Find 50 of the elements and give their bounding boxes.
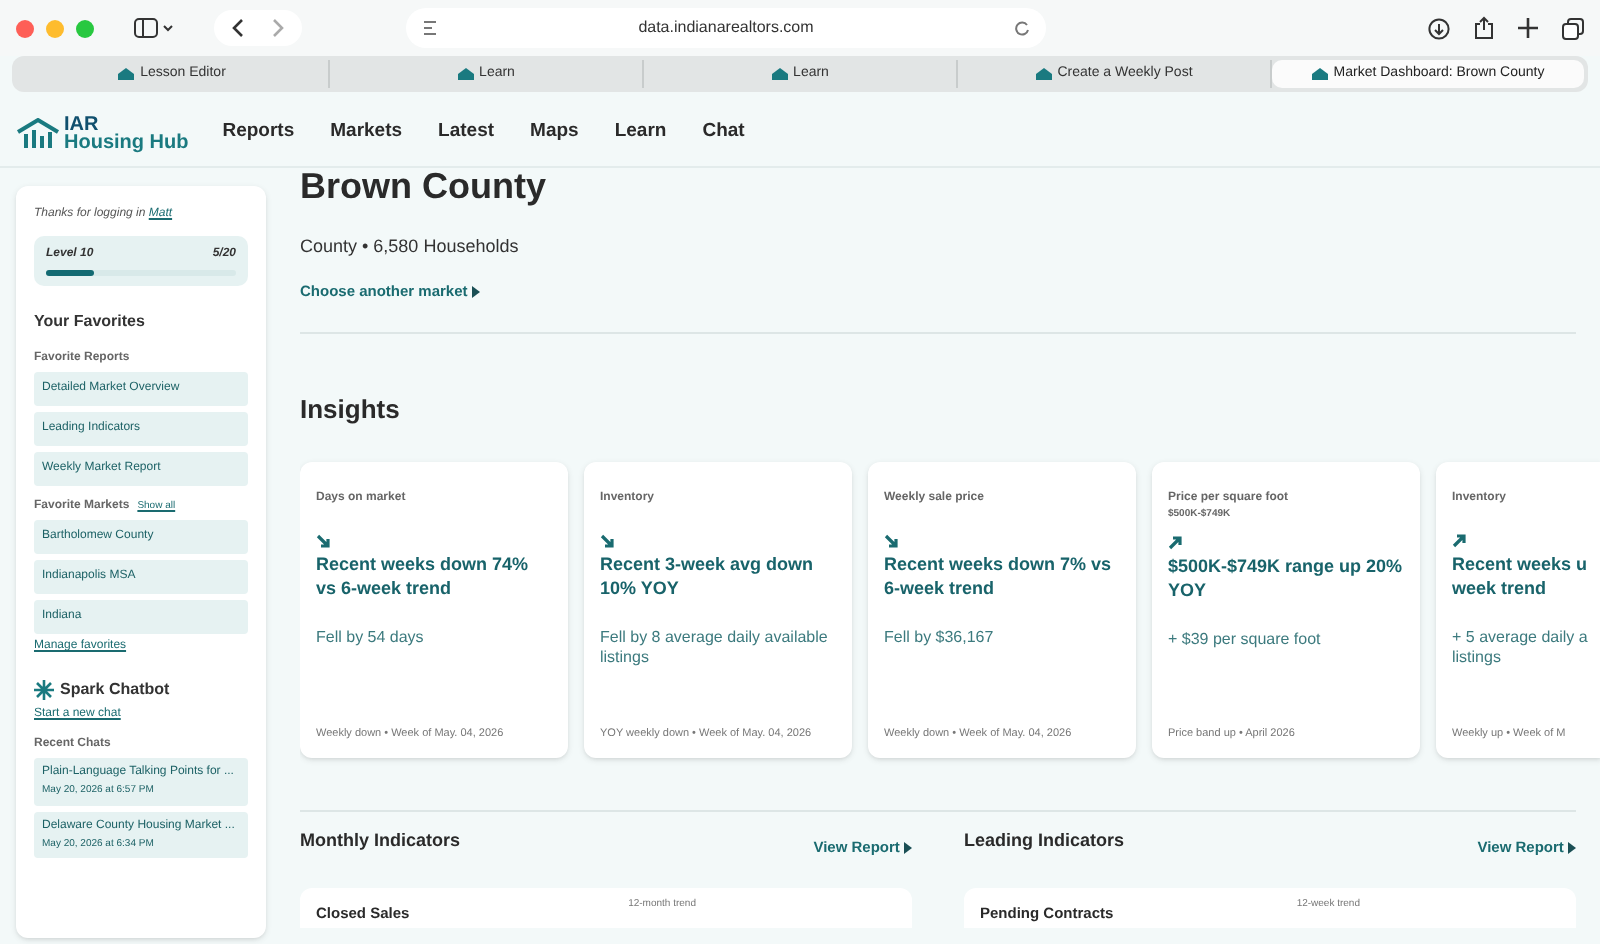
url-text: data.indianarealtors.com: [638, 16, 814, 40]
sidebar-icon[interactable]: [134, 18, 174, 38]
address-bar[interactable]: data.indianarealtors.com: [406, 8, 1046, 48]
market-subtitle: County • 6,580 Households: [300, 234, 521, 260]
card-headline: Recent 3-week avg down 10% YOY: [600, 552, 816, 601]
card-detail: Fell by $36,167: [884, 628, 996, 649]
trend-down-icon: [600, 534, 614, 549]
nav-link[interactable]: Latest: [438, 118, 495, 148]
nav-link[interactable]: Learn: [614, 118, 667, 148]
site-favicon-icon: [118, 68, 135, 80]
trend-down-icon: [316, 534, 330, 549]
house-chart-logo-icon[interactable]: [16, 117, 60, 149]
trend-up-icon: [1452, 534, 1466, 549]
site-favicon-icon: [1311, 68, 1328, 80]
card-detail: + $39 per square foot: [1168, 629, 1323, 650]
tabs-overview-icon[interactable]: [1562, 17, 1584, 39]
page-icon: [422, 20, 438, 36]
caret-icon: [904, 842, 912, 855]
share-icon[interactable]: [1474, 16, 1494, 40]
card-detail: Fell by 54 days: [316, 628, 426, 649]
card-detail: Fell by 8 average daily available listings: [600, 628, 830, 669]
market-title: Brown County: [300, 168, 548, 206]
site-favicon-icon: [771, 68, 788, 80]
nav-link[interactable]: Reports: [222, 118, 295, 148]
card-detail: + 5 average daily a listings: [1452, 628, 1590, 669]
trend-up-icon: [1168, 535, 1182, 550]
card-headline: Recent weeks u week trend: [1452, 552, 1590, 601]
logo-text: Housing Hub: [64, 133, 189, 151]
sparkle-icon: [34, 680, 54, 700]
section-title: Insights: [300, 391, 402, 428]
card-headline: $500K-$749K range up 20% YOY: [1168, 553, 1404, 602]
card-headline: Recent weeks down 7% vs 6-week trend: [884, 552, 1114, 601]
download-icon[interactable]: [1428, 17, 1450, 39]
section-title: Monthly Indicators: [300, 828, 461, 855]
plus-icon[interactable]: [1518, 18, 1538, 38]
nav-link[interactable]: Chat: [702, 118, 745, 148]
caret-icon: [1568, 842, 1576, 855]
site-favicon-icon: [1035, 68, 1052, 80]
site-favicon-icon: [457, 68, 474, 80]
nav-link[interactable]: Markets: [330, 118, 403, 148]
trend-down-icon: [884, 534, 898, 549]
logo-text: IAR: [64, 115, 99, 133]
reload-icon[interactable]: [1013, 20, 1030, 36]
section-title: Leading Indicators: [964, 828, 1125, 855]
back-icon[interactable]: [230, 18, 246, 38]
nav-link[interactable]: Maps: [530, 118, 579, 148]
caret-icon: [471, 285, 480, 298]
section-heading: Your Favorites: [34, 310, 147, 334]
section-heading: Spark Chatbot: [60, 678, 170, 702]
card-headline: Recent weeks down 74% vs 6-week trend: [316, 552, 531, 601]
